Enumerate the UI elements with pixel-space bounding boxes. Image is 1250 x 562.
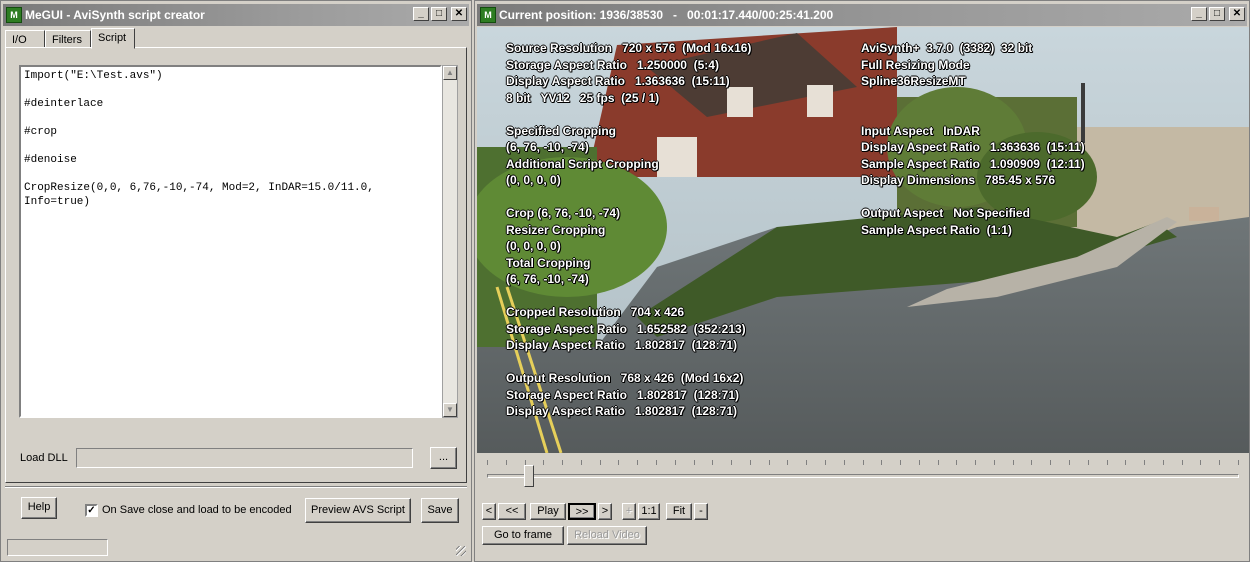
first-frame-button[interactable]: < — [482, 503, 496, 520]
close-and-encode-checkbox[interactable]: ✓ — [85, 504, 98, 517]
status-bar-panel — [7, 539, 108, 556]
seek-tick — [937, 460, 939, 465]
minimize-button[interactable]: _ — [413, 7, 429, 21]
seek-tick — [1125, 460, 1127, 465]
video-frame: Source Resolution 720 x 576 (Mod 16x16) … — [477, 27, 1249, 453]
seek-tick — [1050, 460, 1052, 465]
maximize-button[interactable]: □ — [1209, 7, 1225, 21]
zoom-1-1-button[interactable]: 1:1 — [638, 503, 660, 520]
seek-tick — [712, 460, 714, 465]
divider — [5, 486, 467, 488]
seek-tick — [543, 460, 545, 465]
step-back-button[interactable]: << — [498, 503, 526, 520]
help-button[interactable]: Help — [21, 497, 57, 519]
scroll-up-arrow-icon[interactable]: ▲ — [443, 66, 457, 80]
script-text[interactable]: Import("E:\Test.avs") #deinterlace #crop… — [21, 67, 440, 211]
seek-tick — [1144, 460, 1146, 465]
seek-tick — [843, 460, 845, 465]
play-button[interactable]: Play — [530, 503, 566, 520]
script-editor[interactable]: Import("E:\Test.avs") #deinterlace #crop… — [19, 65, 442, 418]
seek-tick — [599, 460, 601, 465]
last-frame-button[interactable]: > — [598, 503, 612, 520]
close-and-encode-label[interactable]: On Save close and load to be encoded — [102, 504, 292, 516]
seek-tick — [655, 460, 657, 465]
clip-info-right: AviSynth+ 3.7.0 (3382) 32 bit Full Resiz… — [861, 41, 1085, 237]
seek-tick — [975, 460, 977, 465]
titlebar[interactable]: M Current position: 1936/38530 - 00:01:1… — [477, 4, 1247, 26]
step-forward-button[interactable]: >> — [568, 503, 596, 520]
seek-tick — [562, 460, 564, 465]
seek-tick — [768, 460, 770, 465]
seek-slider-thumb[interactable] — [524, 465, 535, 487]
seek-slider-track[interactable] — [487, 474, 1239, 478]
seek-tick — [1219, 460, 1221, 465]
preview-avs-script-button[interactable]: Preview AVS Script — [305, 498, 411, 523]
window-title: MeGUI - AviSynth script creator — [25, 8, 205, 22]
seek-tick — [993, 460, 995, 465]
window-title: Current position: 1936/38530 - 00:01:17.… — [499, 8, 834, 22]
tab-filters[interactable]: Filters — [45, 30, 91, 48]
seek-tick — [693, 460, 695, 465]
minimize-button[interactable]: _ — [1191, 7, 1207, 21]
seek-tick — [918, 460, 920, 465]
seek-tick — [731, 460, 733, 465]
seek-tick — [806, 460, 808, 465]
seek-tick — [637, 460, 639, 465]
seek-tick — [956, 460, 958, 465]
fit-button[interactable]: Fit — [666, 503, 692, 520]
seek-tick — [580, 460, 582, 465]
resize-grip-icon[interactable] — [456, 546, 466, 556]
zoom-in-button[interactable]: + — [622, 503, 636, 520]
seek-tick — [1162, 460, 1164, 465]
scroll-down-arrow-icon[interactable]: ▼ — [443, 403, 457, 417]
browse-dll-button[interactable]: ... — [430, 447, 457, 469]
script-creator-window: M MeGUI - AviSynth script creator _ □ ✕ … — [0, 0, 472, 562]
seek-tick — [1031, 460, 1033, 465]
seek-tick — [881, 460, 883, 465]
script-tab-panel: Import("E:\Test.avs") #deinterlace #crop… — [5, 47, 467, 483]
seek-tick — [618, 460, 620, 465]
preview-window: M Current position: 1936/38530 - 00:01:1… — [474, 0, 1250, 562]
seek-tick — [674, 460, 676, 465]
close-button[interactable]: ✕ — [1229, 7, 1245, 21]
maximize-button[interactable]: □ — [431, 7, 447, 21]
seek-tick — [1087, 460, 1089, 465]
megui-app-icon: M — [6, 7, 22, 23]
go-to-frame-button[interactable]: Go to frame — [482, 526, 564, 545]
seek-tick — [1181, 460, 1183, 465]
save-button[interactable]: Save — [421, 498, 459, 523]
megui-app-icon: M — [480, 7, 496, 23]
load-dll-field[interactable] — [76, 448, 413, 468]
zoom-out-button[interactable]: - — [694, 503, 708, 520]
load-dll-label: Load DLL — [20, 452, 68, 464]
seek-tick — [487, 460, 488, 465]
titlebar[interactable]: M MeGUI - AviSynth script creator _ □ ✕ — [3, 4, 469, 26]
seek-tick — [1012, 460, 1014, 465]
seek-tick — [1238, 460, 1239, 465]
seek-tick — [505, 460, 507, 465]
seek-tick — [1106, 460, 1108, 465]
close-button[interactable]: ✕ — [451, 7, 467, 21]
seek-tick — [824, 460, 826, 465]
seek-tick — [1200, 460, 1202, 465]
tab-script[interactable]: Script — [91, 28, 135, 49]
editor-scrollbar[interactable]: ▲ ▼ — [442, 65, 458, 418]
seek-ticks — [487, 460, 1239, 466]
tab-io[interactable]: I/O — [5, 30, 45, 48]
reload-video-button[interactable]: Reload Video — [567, 526, 647, 545]
seek-tick — [862, 460, 864, 465]
seek-tick — [900, 460, 902, 465]
seek-tick — [787, 460, 789, 465]
seek-tick — [1069, 460, 1071, 465]
clip-info-left: Source Resolution 720 x 576 (Mod 16x16) … — [506, 41, 752, 418]
seek-tick — [749, 460, 751, 465]
